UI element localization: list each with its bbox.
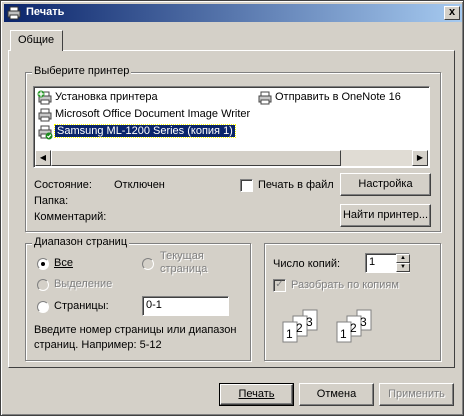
collate-page-number: 2 [296,321,303,335]
radio-all-label[interactable]: Все [54,257,73,269]
copies-group: Число копий: 1 ▲ ▼ ✓ Разобрать по копиям… [264,243,441,361]
page-range-group-title: Диапазон страниц [32,236,130,248]
window-title: Печать [26,6,65,18]
page-range-group: Диапазон страниц Все Текущая страница Вы… [25,236,251,361]
radio-selection-label[interactable]: Выделение [54,278,112,290]
apply-button[interactable]: Применить [379,383,454,406]
page-range-hint-line2: страниц. Например: 5-12 [34,339,162,351]
pages-input[interactable]: 0-1 [142,296,229,316]
title-bar: Печать x [4,4,462,22]
comment-label: Комментарий: [34,211,107,223]
close-button[interactable]: x [444,6,460,20]
preferences-button-label: Настройка [358,178,413,190]
tab-general[interactable]: Общие [10,30,63,51]
find-printer-button-label: Найти принтер... [342,209,429,221]
status-value: Отключен [114,179,165,191]
pages-input-value: 0-1 [146,299,162,311]
arrow-left-icon: ◀ [39,153,47,162]
scrollbar-thumb[interactable] [51,150,341,166]
radio-current-page-label[interactable]: Текущая [160,250,204,262]
preferences-button[interactable]: Настройка [340,173,431,196]
printer-icon [258,91,272,105]
printer-item-label: Microsoft Office Document Image Writer [55,108,251,120]
printer-icon [38,108,52,122]
collate-page-number: 2 [350,321,357,335]
radio-selected-dot [41,262,45,266]
collate-label[interactable]: Разобрать по копиям [291,279,399,291]
copies-up-button[interactable]: ▲ [396,254,410,263]
collate-pages-icon: 1 2 3 1 2 3 [282,309,372,343]
add-printer-icon [37,90,52,105]
collate-checkbox[interactable]: ✓ [273,279,286,292]
default-printer-icon [38,125,53,140]
collate-page-number: 3 [306,315,313,329]
tab-general-label: Общие [18,34,55,46]
apply-button-label: Применить [388,388,445,400]
find-printer-button[interactable]: Найти принтер... [340,204,431,227]
close-icon: x [448,6,456,18]
location-label: Папка: [34,195,69,207]
scroll-right-button[interactable]: ▶ [412,150,428,166]
select-printer-group-title: Выберите принтер [32,65,132,77]
tab-panel-general: Выберите принтер Установка принтера Отпр… [8,50,455,368]
printer-item-label: Samsung ML-1200 Series (копия 1) [54,124,236,138]
radio-pages-label[interactable]: Страницы: [54,300,109,312]
printer-icon [7,6,21,20]
cancel-button-label: Отмена [316,388,357,400]
copies-count-value: 1 [369,256,376,268]
printer-item-label: Отправить в OneNote 16 [275,91,401,103]
radio-current-page[interactable] [142,258,154,270]
print-button-label: Печать [238,388,275,400]
status-label: Состояние: [34,179,92,191]
arrow-down-icon: ▼ [400,264,406,270]
radio-current-page-label-2: страница [160,263,208,275]
cancel-button[interactable]: Отмена [299,383,374,406]
copies-down-button[interactable]: ▼ [396,263,410,272]
select-printer-group: Выберите принтер Установка принтера Отпр… [25,65,441,232]
copies-count-label: Число копий: [273,258,341,270]
arrow-up-icon: ▲ [400,255,406,261]
print-dialog: Печать x Общие Выберите принтер Установк… [0,0,464,416]
printer-list[interactable]: Установка принтера Отправить в OneNote 1… [33,86,430,168]
print-to-file-checkbox[interactable] [240,179,253,192]
radio-selection[interactable] [37,279,49,291]
arrow-right-icon: ▶ [416,153,424,162]
printer-item-label: Установка принтера [55,91,158,103]
print-to-file-label[interactable]: Печать в файл [258,179,334,191]
horizontal-scrollbar[interactable]: ◀ ▶ [35,150,428,166]
collate-page-number: 1 [340,327,347,341]
collate-page-number: 3 [360,315,367,329]
radio-all[interactable] [37,258,49,270]
print-button[interactable]: Печать [219,383,294,406]
radio-pages[interactable] [37,301,49,313]
collate-page-number: 1 [286,327,293,341]
scroll-left-button[interactable]: ◀ [35,150,51,166]
page-range-hint-line1: Введите номер страницы или диапазон [34,324,237,336]
